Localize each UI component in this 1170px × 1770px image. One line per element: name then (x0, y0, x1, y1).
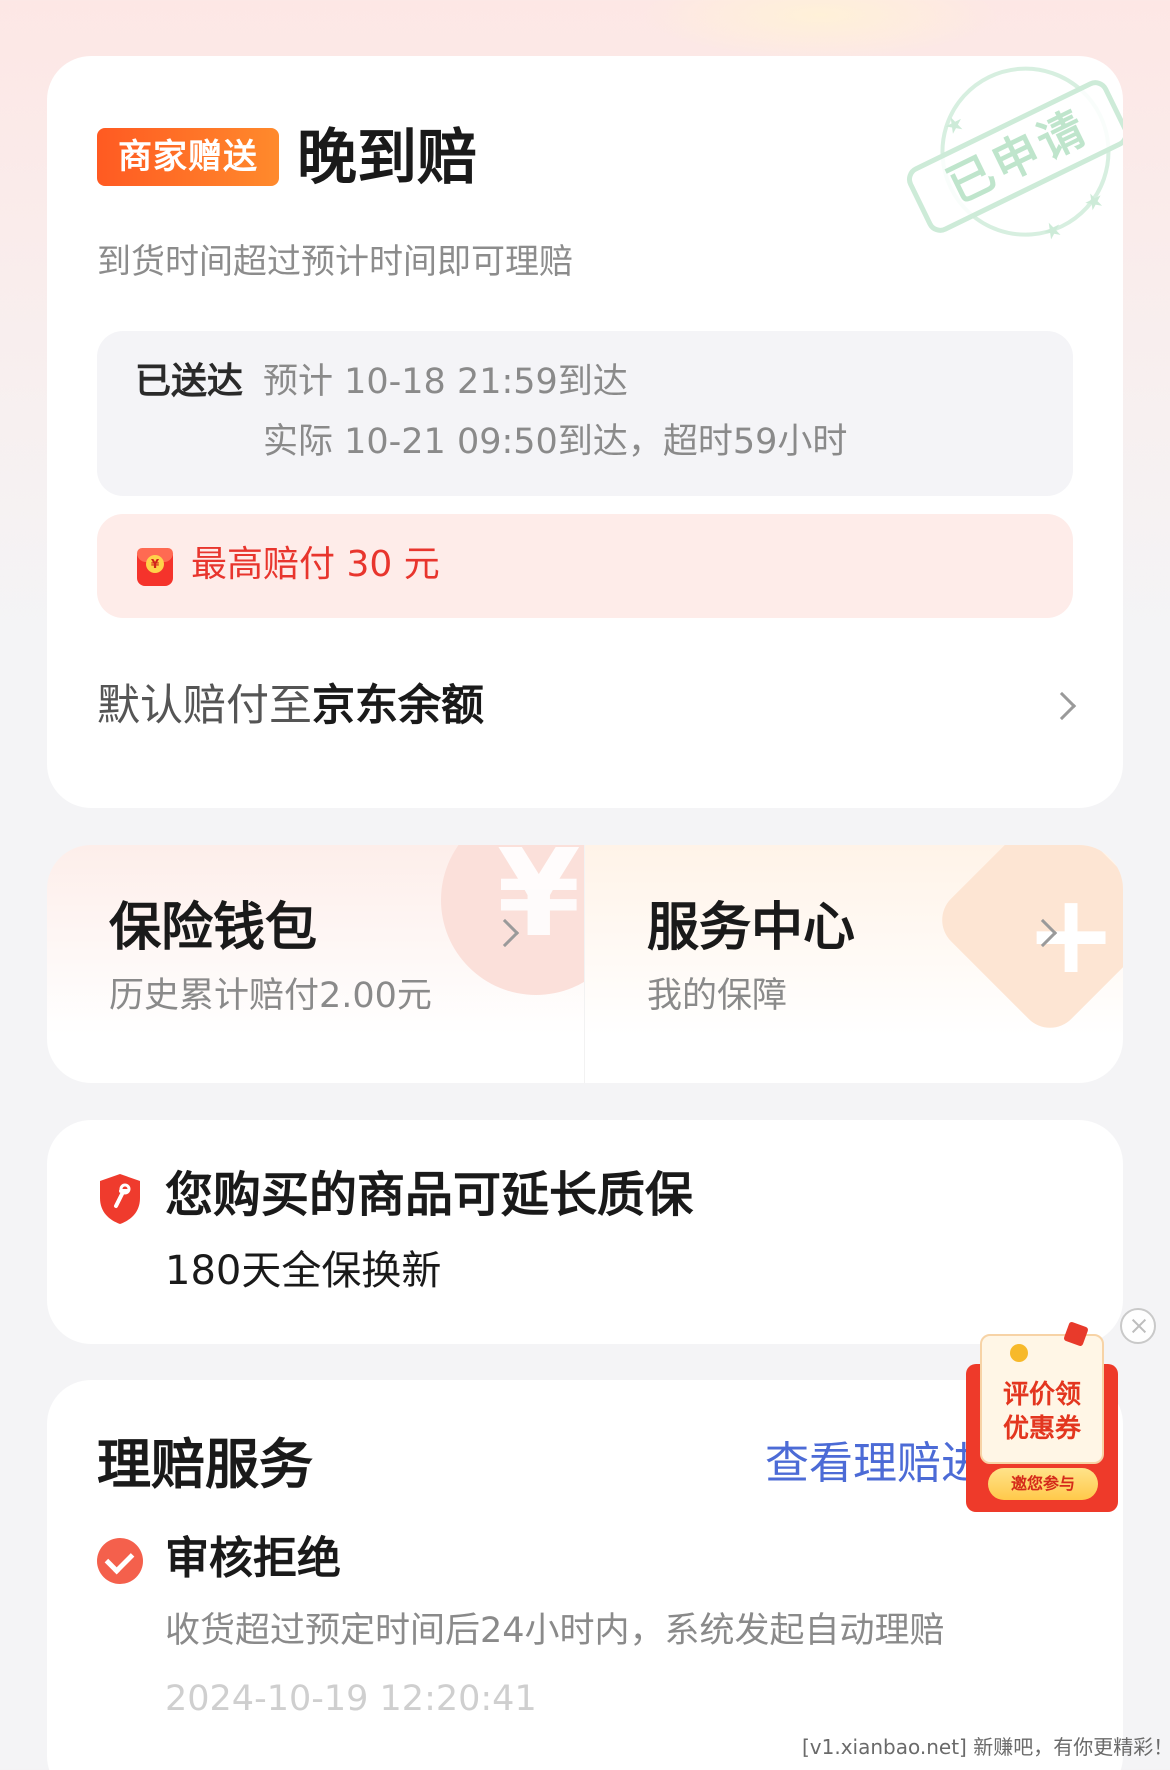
default-payout-row[interactable]: 默认赔付至京东余额 (97, 676, 484, 736)
coin-icon (1010, 1344, 1028, 1362)
shield-icon (100, 1174, 140, 1224)
expected-arrival: 预计 10-18 21:59到达 (263, 362, 628, 402)
default-payout-target: 京东余额 (312, 681, 484, 731)
extended-warranty-card[interactable]: 您购买的商品可延长质保 180天全保换新 (47, 1120, 1123, 1344)
max-payout-text: 最高赔付 30 元 (191, 544, 440, 585)
late-compensation-card: 已申请 ★ ★ ★ 商家赠送 晚到赔 到货时间超过预计时间即可理赔 已送达 预计… (47, 56, 1123, 808)
watermark: [v1.xianbao.net] 新赚吧，有你更精彩！ (802, 1735, 1170, 1759)
close-icon[interactable] (1120, 1308, 1156, 1344)
merchant-gift-tag: 商家赠送 (97, 128, 279, 186)
insurance-wallet-entry[interactable]: ¥ 保险钱包 历史累计赔付2.00元 (47, 845, 585, 1083)
applied-stamp: 已申请 ★ ★ ★ (875, 56, 1123, 302)
yen-decoration-icon: ¥ (441, 845, 585, 995)
check-circle-icon (97, 1538, 143, 1584)
insurance-wallet-title: 保险钱包 (109, 898, 318, 958)
warranty-subtitle: 180天全保换新 (165, 1248, 442, 1294)
default-payout-prefix: 默认赔付至 (97, 681, 312, 731)
service-center-subtitle: 我的保障 (647, 976, 788, 1016)
divider (584, 845, 585, 1083)
header-glow (640, 0, 1000, 60)
warranty-title: 您购买的商品可延长质保 (165, 1167, 694, 1223)
claim-service-title: 理赔服务 (97, 1433, 313, 1496)
max-payout-banner: ¥ 最高赔付 30 元 (97, 514, 1073, 618)
claim-status-time: 2024-10-19 12:20:41 (165, 1679, 537, 1719)
claim-status-title: 审核拒绝 (165, 1533, 341, 1584)
coupon-line-2: 优惠券 (1002, 1414, 1081, 1444)
delivery-status-box: 已送达 预计 10-18 21:59到达 实际 10-21 09:50到达，超时… (97, 331, 1073, 496)
chevron-right-icon[interactable] (1047, 691, 1077, 721)
claim-status-description: 收货超过预定时间后24小时内，系统发起自动理赔 (165, 1611, 945, 1651)
service-center-title: 服务中心 (647, 898, 856, 958)
late-compensation-title: 晚到赔 (297, 123, 477, 193)
coupon-line-1: 评价领 (1002, 1380, 1081, 1410)
late-compensation-subtitle: 到货时间超过预计时间即可理赔 (97, 242, 573, 282)
delivered-label: 已送达 (135, 361, 244, 402)
service-center-entry[interactable]: + 服务中心 我的保障 (585, 845, 1123, 1083)
wallet-service-card: ¥ 保险钱包 历史累计赔付2.00元 + 服务中心 我的保障 (47, 845, 1123, 1083)
coupon-join-button[interactable]: 邀您参与 (988, 1468, 1098, 1500)
actual-arrival: 实际 10-21 09:50到达，超时59小时 (263, 422, 848, 462)
red-envelope-icon: ¥ (137, 548, 173, 586)
review-coupon-float[interactable]: 评价领 优惠券 邀您参与 (962, 1321, 1122, 1514)
insurance-wallet-subtitle: 历史累计赔付2.00元 (109, 976, 432, 1016)
